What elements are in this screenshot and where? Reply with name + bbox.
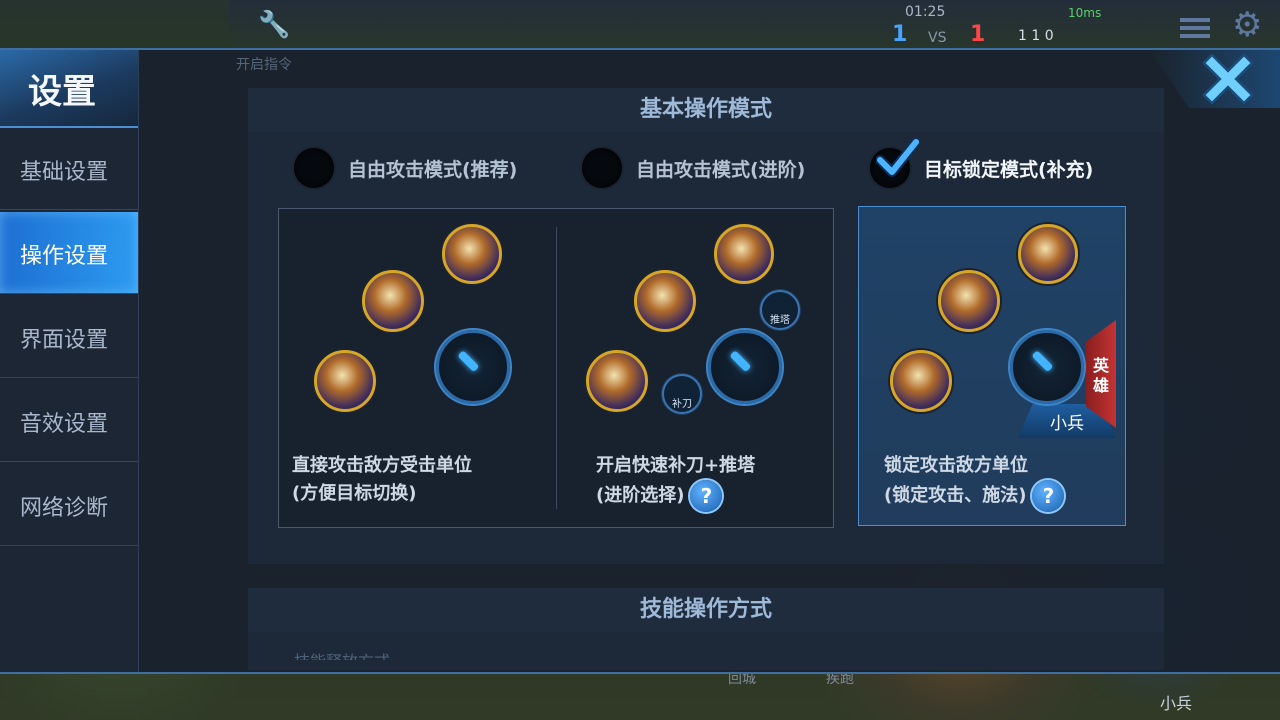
section-title: 基本操作模式 <box>248 88 1164 132</box>
skill-2-icon <box>938 270 1000 332</box>
sidebar-item-label: 网络诊断 <box>20 496 109 521</box>
description-line: (锁定攻击、施法) <box>884 485 1027 506</box>
description-line: 开启快速补刀+推塔 <box>596 455 756 476</box>
match-timer: 01:25 <box>905 4 946 20</box>
push-tower-button-icon: 推塔 <box>760 290 800 330</box>
description-line-row: (锁定攻击、施法)? <box>884 480 1065 512</box>
mode-option-target-lock[interactable]: 目标锁定模式(补充) <box>870 138 1094 190</box>
radio-button[interactable] <box>582 148 622 188</box>
mode-description-free-advanced: 开启快速补刀+推塔 (进阶选择)? <box>596 452 755 512</box>
sidebar-item-basic[interactable]: 基础设置 <box>0 128 138 210</box>
team-score-left: 1 <box>892 22 908 47</box>
skill-3-icon <box>442 224 502 284</box>
mode-option-free-advanced[interactable]: 自由攻击模式(进阶) <box>582 146 805 190</box>
lock-hero-label: 英雄 <box>1092 356 1109 395</box>
sidebar-item-sound[interactable]: 音效设置 <box>0 380 138 462</box>
help-button[interactable]: ? <box>1032 480 1065 512</box>
mode-option-label: 目标锁定模式(补充) <box>924 158 1094 181</box>
push-tower-label: 推塔 <box>770 315 790 326</box>
radio-button-selected[interactable] <box>870 138 920 188</box>
description-line-row: (进阶选择)? <box>596 480 755 512</box>
close-button[interactable] <box>1200 53 1256 105</box>
help-button[interactable]: ? <box>690 480 723 512</box>
description-line: 锁定攻击敌方单位 <box>884 455 1028 476</box>
sidebar-item-network[interactable]: 网络诊断 <box>0 464 138 546</box>
mode-option-label: 自由攻击模式(推荐) <box>348 158 518 181</box>
description-line: (进阶选择) <box>596 485 685 506</box>
skill-2-icon <box>362 270 424 332</box>
section-title: 技能操作方式 <box>248 588 1164 632</box>
mode-description-free-recommended: 直接攻击敌方受击单位 (方便目标切换) <box>292 452 472 508</box>
sidebar-item-label: 音效设置 <box>20 412 109 437</box>
settings-title-text: 设置 <box>28 72 96 112</box>
wrench-icon[interactable]: 🔧 <box>258 10 290 40</box>
description-line: (方便目标切换) <box>292 483 417 504</box>
attack-button-icon <box>436 330 510 404</box>
lock-minion-label: 小兵 <box>1050 414 1084 434</box>
close-icon <box>1202 53 1254 105</box>
attack-button-icon <box>708 330 782 404</box>
sidebar-item-label: 操作设置 <box>20 244 109 269</box>
kda-readout: 1 1 0 <box>1018 28 1054 44</box>
skill-3-icon <box>714 224 774 284</box>
mode-option-free-recommended[interactable]: 自由攻击模式(推荐) <box>294 146 517 190</box>
mode-option-label: 自由攻击模式(进阶) <box>636 158 806 181</box>
skill-3-icon <box>1018 224 1078 284</box>
skill-1-icon <box>314 350 376 412</box>
minimap[interactable] <box>0 0 230 48</box>
ping-readout: 10ms <box>1068 6 1102 20</box>
gear-icon[interactable]: ⚙ <box>1232 8 1262 42</box>
sidebar-item-controls[interactable]: 操作设置 <box>0 212 138 294</box>
checkmark-icon <box>876 138 920 177</box>
settings-title: 设置 <box>0 50 138 128</box>
radio-button[interactable] <box>294 148 334 188</box>
card-divider <box>556 227 557 509</box>
top-hud: 🔧 01:25 10ms 1 VS 1 1 1 0 ⚙ <box>0 0 1280 48</box>
settings-sidebar: 设置 基础设置 操作设置 界面设置 音效设置 网络诊断 <box>0 50 139 672</box>
sidebar-item-interface[interactable]: 界面设置 <box>0 296 138 378</box>
last-hit-button-icon: 补刀 <box>662 374 702 414</box>
description-line: 直接攻击敌方受击单位 <box>292 455 472 476</box>
minion-button-bg: 小兵 <box>1160 694 1193 713</box>
last-hit-label: 补刀 <box>672 399 692 410</box>
attack-button-icon <box>1010 330 1084 404</box>
skill-2-icon <box>634 270 696 332</box>
skill-1-icon <box>890 350 952 412</box>
team-score-right: 1 <box>970 22 986 47</box>
mode-description-target-lock: 锁定攻击敌方单位 (锁定攻击、施法)? <box>884 452 1065 512</box>
sidebar-item-label: 基础设置 <box>20 160 109 185</box>
vs-label: VS <box>928 30 947 46</box>
faded-label: 开启指令 <box>236 57 292 73</box>
menu-icon[interactable] <box>1180 18 1210 38</box>
skill-1-icon <box>586 350 648 412</box>
sidebar-item-label: 界面设置 <box>20 328 109 353</box>
